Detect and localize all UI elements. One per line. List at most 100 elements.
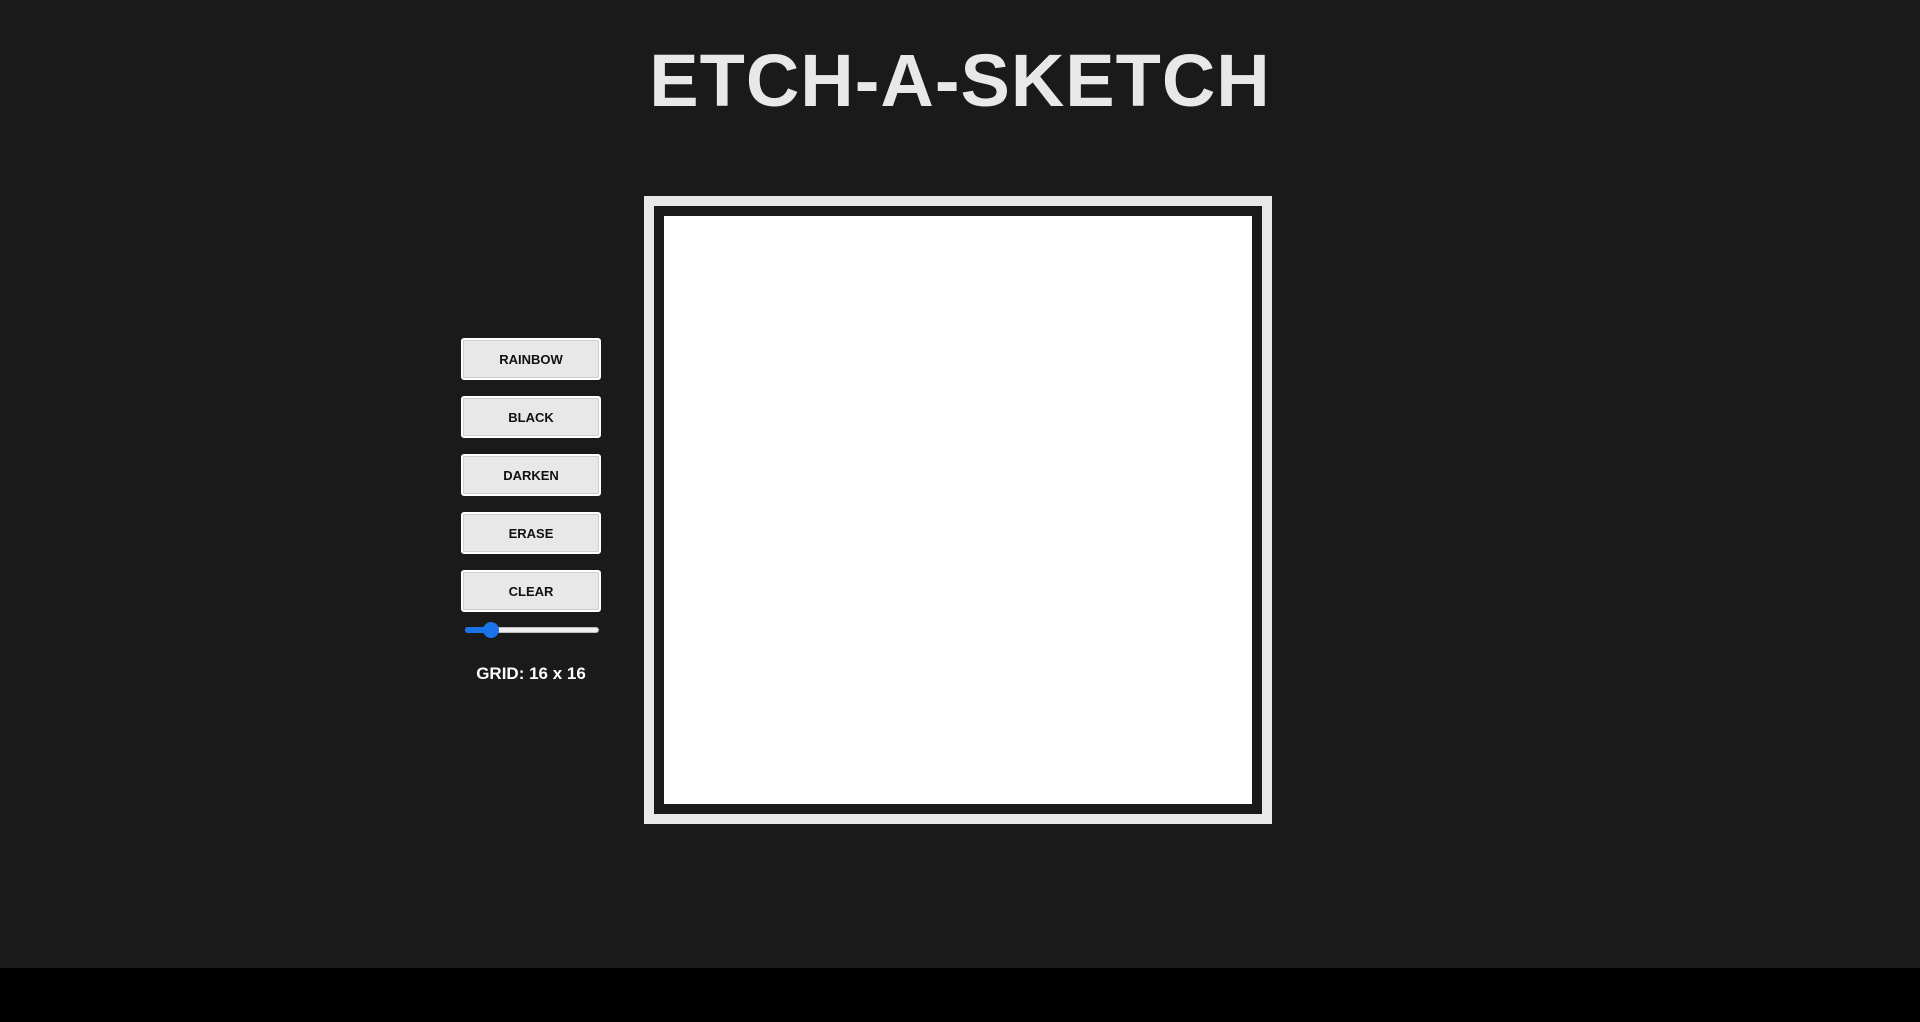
grid-cell[interactable] xyxy=(1141,583,1179,621)
grid-cell[interactable] xyxy=(847,252,885,290)
grid-cell[interactable] xyxy=(994,363,1032,400)
grid-cell[interactable] xyxy=(958,583,995,621)
grid-cell[interactable] xyxy=(774,363,811,400)
grid-cell[interactable] xyxy=(1031,326,1069,363)
grid-cell[interactable] xyxy=(1105,399,1142,437)
grid-cell[interactable] xyxy=(700,693,738,731)
grid-cell[interactable] xyxy=(1105,546,1142,584)
grid-cell[interactable] xyxy=(664,546,701,584)
grid-cell[interactable] xyxy=(921,473,958,510)
grid-cell[interactable] xyxy=(1215,546,1252,584)
grid-cell[interactable] xyxy=(700,326,738,363)
grid-cell[interactable] xyxy=(958,289,995,327)
grid-cell[interactable] xyxy=(884,289,922,327)
grid-cell[interactable] xyxy=(774,730,811,768)
grid-cell[interactable] xyxy=(847,583,885,621)
grid-cell[interactable] xyxy=(1068,620,1105,657)
grid-cell[interactable] xyxy=(737,216,775,253)
grid-cell[interactable] xyxy=(1141,510,1179,547)
grid-cell[interactable] xyxy=(1068,473,1105,510)
black-button[interactable]: BLACK xyxy=(461,396,601,438)
grid-cell[interactable] xyxy=(811,326,848,363)
grid-cell[interactable] xyxy=(1068,583,1105,621)
grid-cell[interactable] xyxy=(774,216,811,253)
grid-cell[interactable] xyxy=(1178,730,1216,768)
grid-cell[interactable] xyxy=(994,620,1032,657)
grid-cell[interactable] xyxy=(664,216,701,253)
grid-cell[interactable] xyxy=(700,620,738,657)
grid-cell[interactable] xyxy=(1215,693,1252,731)
grid-cell[interactable] xyxy=(664,326,701,363)
grid-cell[interactable] xyxy=(994,252,1032,290)
grid-cell[interactable] xyxy=(737,363,775,400)
grid-cell[interactable] xyxy=(1031,436,1069,474)
grid-cell[interactable] xyxy=(994,399,1032,437)
grid-cell[interactable] xyxy=(1141,620,1179,657)
grid-cell[interactable] xyxy=(774,326,811,363)
grid-cell[interactable] xyxy=(1105,473,1142,510)
grid-cell[interactable] xyxy=(664,436,701,474)
grid-cell[interactable] xyxy=(1105,657,1142,694)
grid-cell[interactable] xyxy=(1031,399,1069,437)
grid-cell[interactable] xyxy=(1031,620,1069,657)
grid-cell[interactable] xyxy=(884,730,922,768)
grid-cell[interactable] xyxy=(737,436,775,474)
grid-cell[interactable] xyxy=(1178,510,1216,547)
grid-cell[interactable] xyxy=(958,546,995,584)
grid-cell[interactable] xyxy=(921,693,958,731)
grid-cell[interactable] xyxy=(884,657,922,694)
grid-cell[interactable] xyxy=(1215,473,1252,510)
grid-cell[interactable] xyxy=(700,399,738,437)
grid-cell[interactable] xyxy=(664,473,701,510)
grid-cell[interactable] xyxy=(1215,252,1252,290)
grid-cell[interactable] xyxy=(884,510,922,547)
grid-cell[interactable] xyxy=(994,473,1032,510)
grid-cell[interactable] xyxy=(958,326,995,363)
grid-cell[interactable] xyxy=(774,436,811,474)
grid-cell[interactable] xyxy=(994,657,1032,694)
grid-cell[interactable] xyxy=(921,252,958,290)
grid-cell[interactable] xyxy=(1215,436,1252,474)
grid-cell[interactable] xyxy=(774,510,811,547)
grid-cell[interactable] xyxy=(884,620,922,657)
grid-cell[interactable] xyxy=(958,730,995,768)
grid-cell[interactable] xyxy=(847,399,885,437)
grid-cell[interactable] xyxy=(1215,399,1252,437)
grid-cell[interactable] xyxy=(847,657,885,694)
grid-cell[interactable] xyxy=(811,436,848,474)
grid-cell[interactable] xyxy=(737,657,775,694)
grid-cell[interactable] xyxy=(700,363,738,400)
grid-cell[interactable] xyxy=(1141,399,1179,437)
grid-cell[interactable] xyxy=(700,252,738,290)
grid-cell[interactable] xyxy=(1068,436,1105,474)
grid-cell[interactable] xyxy=(1031,546,1069,584)
grid-cell[interactable] xyxy=(700,510,738,547)
grid-cell[interactable] xyxy=(1215,510,1252,547)
grid-cell[interactable] xyxy=(737,693,775,731)
grid-cell[interactable] xyxy=(1068,216,1105,253)
grid-cell[interactable] xyxy=(1178,252,1216,290)
slider-thumb[interactable] xyxy=(483,622,499,638)
grid-cell[interactable] xyxy=(994,216,1032,253)
grid-cell[interactable] xyxy=(994,436,1032,474)
grid-cell[interactable] xyxy=(737,583,775,621)
grid-cell[interactable] xyxy=(1141,216,1179,253)
grid-cell[interactable] xyxy=(921,399,958,437)
grid-cell[interactable] xyxy=(664,252,701,290)
grid-cell[interactable] xyxy=(737,620,775,657)
grid-cell[interactable] xyxy=(811,473,848,510)
grid-cell[interactable] xyxy=(664,693,701,731)
grid-cell[interactable] xyxy=(737,473,775,510)
grid-cell[interactable] xyxy=(700,216,738,253)
grid-cell[interactable] xyxy=(958,620,995,657)
darken-button[interactable]: DARKEN xyxy=(461,454,601,496)
grid-cell[interactable] xyxy=(811,399,848,437)
grid-cell[interactable] xyxy=(847,510,885,547)
grid-cell[interactable] xyxy=(1068,252,1105,290)
grid-cell[interactable] xyxy=(1178,363,1216,400)
grid-cell[interactable] xyxy=(994,767,1032,804)
grid-cell[interactable] xyxy=(958,473,995,510)
grid-cell[interactable] xyxy=(994,546,1032,584)
grid-cell[interactable] xyxy=(884,767,922,804)
grid-cell[interactable] xyxy=(700,767,738,804)
